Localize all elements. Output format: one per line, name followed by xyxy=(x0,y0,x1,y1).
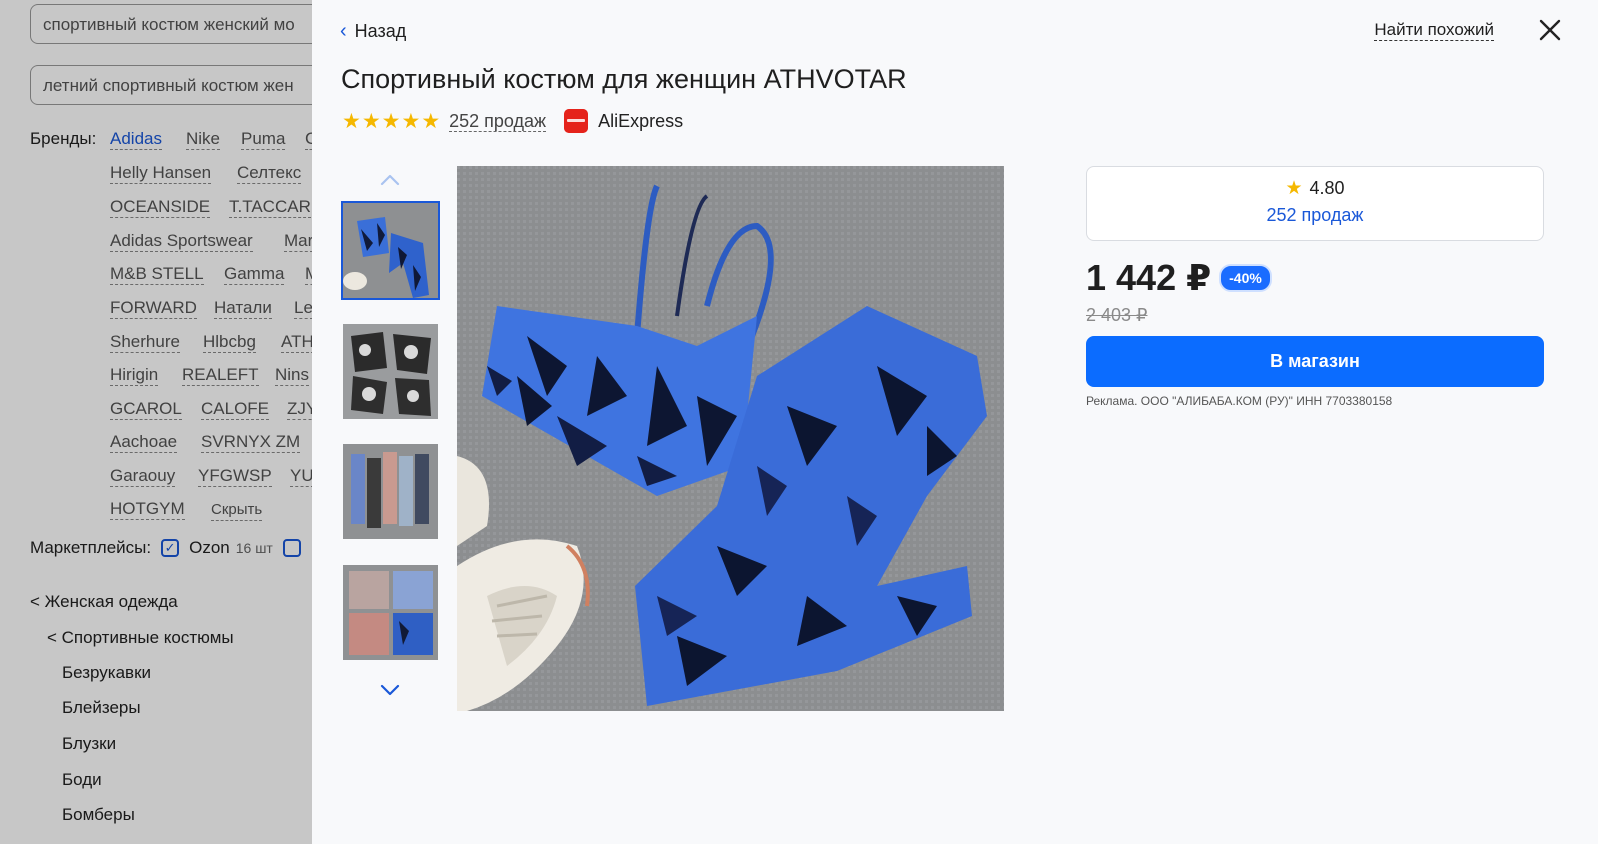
rating-value: 4.80 xyxy=(1309,178,1345,198)
close-icon[interactable] xyxy=(1536,16,1564,44)
current-price: 1 442 ₽ xyxy=(1086,257,1212,298)
star-icon: ★ xyxy=(381,109,401,133)
rating-card: ★ 4.80 252 продаж xyxy=(1086,166,1544,241)
star-icon: ★ xyxy=(342,109,361,133)
chevron-left-icon: ‹ xyxy=(340,20,347,42)
chevron-down-icon[interactable] xyxy=(378,680,402,700)
discount-badge: -40% xyxy=(1219,264,1272,292)
star-icon: ★ xyxy=(421,109,441,133)
product-meta: ★ ★ ★ ★ ★ 252 продаж AliExpress xyxy=(342,106,683,136)
aliexpress-logo xyxy=(564,109,589,133)
back-label: Назад xyxy=(354,21,407,41)
thumbnail-image[interactable] xyxy=(343,565,438,660)
product-title: Спортивный костюм для женщин ATHVOTAR xyxy=(341,64,907,94)
product-main-image xyxy=(457,166,1004,711)
price-row: 1 442 ₽ -40% xyxy=(1086,257,1272,299)
sales-count-link[interactable]: 252 продаж xyxy=(449,111,547,132)
find-similar-link[interactable]: Найти похожий xyxy=(1374,20,1494,41)
store-name: AliExpress xyxy=(598,110,684,131)
back-button[interactable]: ‹ Назад xyxy=(340,20,406,43)
ad-disclaimer: Реклама. ООО "АЛИБАБА.КОМ (РУ)" ИНН 7703… xyxy=(1086,394,1393,408)
go-to-store-button[interactable]: В магазин xyxy=(1086,336,1544,387)
product-panel: ‹ Назад Найти похожий Спортивный костюм … xyxy=(312,0,1598,844)
star-icon: ★ xyxy=(361,109,381,133)
star-icon: ★ xyxy=(1285,178,1303,199)
rating-sales-count: 252 продаж xyxy=(1266,205,1364,225)
star-icon: ★ xyxy=(401,109,421,133)
thumbnail-image[interactable] xyxy=(343,324,438,419)
old-price: 2 403 ₽ xyxy=(1086,305,1148,325)
rating-stars: ★ ★ ★ ★ ★ xyxy=(342,111,441,132)
thumbnail-image[interactable] xyxy=(341,201,440,300)
thumbnail-image[interactable] xyxy=(343,444,438,539)
chevron-up-icon[interactable] xyxy=(378,170,402,190)
